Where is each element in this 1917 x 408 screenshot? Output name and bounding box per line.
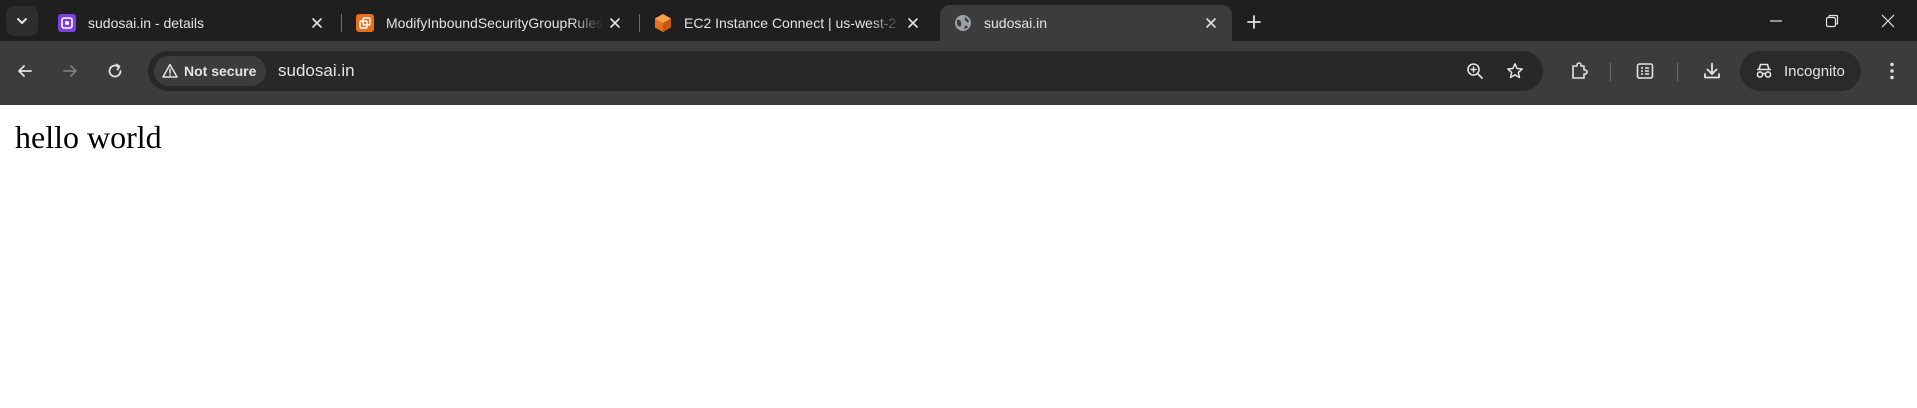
plus-icon	[1246, 14, 1262, 30]
zoom-in-icon	[1466, 62, 1484, 80]
url-text[interactable]: sudosai.in	[278, 61, 355, 81]
reload-button[interactable]	[98, 54, 132, 88]
tab-title: EC2 Instance Connect | us-west-2	[684, 15, 897, 31]
purple-app-icon	[58, 14, 76, 32]
globe-icon	[954, 14, 972, 32]
star-icon	[1506, 62, 1524, 80]
tab-modify-inbound-rules[interactable]: ModifyInboundSecurityGroupRules	[342, 5, 636, 41]
aws-vpc-icon	[356, 14, 374, 32]
site-info-button[interactable]: Not secure	[154, 56, 267, 86]
tab-ec2-instance-connect[interactable]: EC2 Instance Connect | us-west-2	[640, 5, 934, 41]
close-tab-icon[interactable]	[604, 12, 626, 34]
warning-icon	[162, 63, 178, 79]
close-tab-icon[interactable]	[1200, 12, 1222, 34]
restore-button[interactable]	[1804, 0, 1860, 41]
arrow-left-icon	[16, 62, 34, 80]
downloads-button[interactable]	[1697, 56, 1727, 86]
chevron-down-icon	[15, 14, 29, 28]
reload-icon	[106, 62, 124, 80]
forward-button[interactable]	[53, 54, 87, 88]
tab-title: sudosai.in - details	[88, 15, 204, 31]
tab-sudosai[interactable]: sudosai.in	[940, 5, 1232, 41]
close-icon	[1881, 14, 1895, 28]
close-tab-icon[interactable]	[306, 12, 328, 34]
restore-icon	[1825, 14, 1839, 28]
tab-title: sudosai.in	[984, 15, 1048, 31]
tab-sudosai-details[interactable]: sudosai.in - details	[44, 5, 338, 41]
page-text: hello world	[15, 119, 162, 155]
download-icon	[1702, 61, 1722, 81]
close-window-button[interactable]	[1860, 0, 1916, 41]
menu-button[interactable]	[1877, 56, 1907, 86]
more-vertical-icon	[1889, 61, 1895, 81]
extensions-button[interactable]	[1564, 56, 1594, 86]
close-tab-icon[interactable]	[902, 12, 924, 34]
minimize-icon	[1769, 14, 1783, 28]
incognito-icon	[1754, 63, 1774, 79]
side-panel-icon	[1635, 61, 1655, 81]
back-button[interactable]	[8, 54, 42, 88]
incognito-label: Incognito	[1784, 62, 1845, 80]
page-content: hello world	[0, 105, 1917, 408]
toolbar-separator	[1610, 63, 1611, 81]
zoom-button[interactable]	[1462, 58, 1488, 84]
toolbar-separator	[1677, 63, 1678, 81]
new-tab-button[interactable]	[1240, 8, 1268, 36]
tab-search-button[interactable]	[6, 6, 38, 36]
bookmark-button[interactable]	[1502, 58, 1528, 84]
aws-ec2-icon	[654, 14, 672, 32]
incognito-button[interactable]: Incognito	[1740, 51, 1861, 91]
reading-list-button[interactable]	[1630, 56, 1660, 86]
tab-title: ModifyInboundSecurityGroupRules	[386, 15, 604, 31]
puzzle-icon	[1569, 61, 1589, 81]
address-bar[interactable]: Not secure sudosai.in	[148, 51, 1543, 91]
browser-toolbar: Not secure sudosai.in Incognito	[0, 41, 1917, 105]
arrow-right-icon	[61, 62, 79, 80]
minimize-button[interactable]	[1748, 0, 1804, 41]
security-label: Not secure	[184, 63, 257, 79]
tab-strip: sudosai.in - details ModifyInboundSecuri…	[0, 0, 1917, 41]
